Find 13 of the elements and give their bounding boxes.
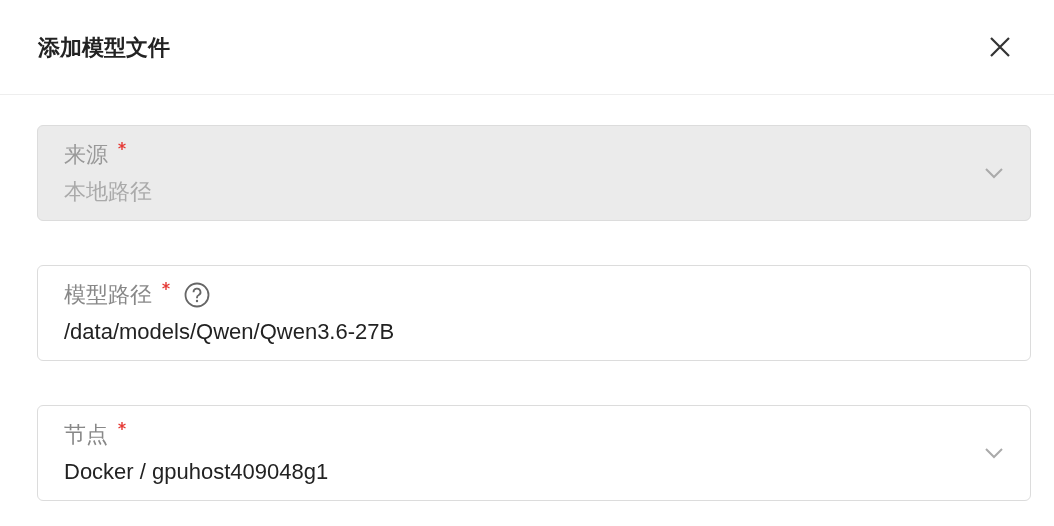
chevron-down-icon bbox=[984, 167, 1004, 179]
close-icon bbox=[989, 36, 1011, 58]
input-field[interactable]: 模型路径 /data/models/Qwen/Qwen3.6-27B bbox=[37, 265, 1031, 361]
field-value: /data/models/Qwen/Qwen3.6-27B bbox=[64, 318, 396, 346]
chevron-down-icon bbox=[984, 447, 1004, 459]
field-label: 节点 bbox=[64, 421, 108, 449]
field-value: Docker / gpuhost409048g1 bbox=[64, 458, 330, 486]
dialog-title: 添加模型文件 bbox=[38, 33, 170, 62]
help-icon[interactable] bbox=[184, 281, 210, 308]
field-value: 本地路径 bbox=[64, 178, 153, 206]
field-label: 模型路径 bbox=[64, 281, 152, 309]
select-field[interactable]: 节点 Docker / gpuhost409048g1 bbox=[37, 405, 1031, 501]
field-label: 来源 bbox=[64, 141, 108, 169]
